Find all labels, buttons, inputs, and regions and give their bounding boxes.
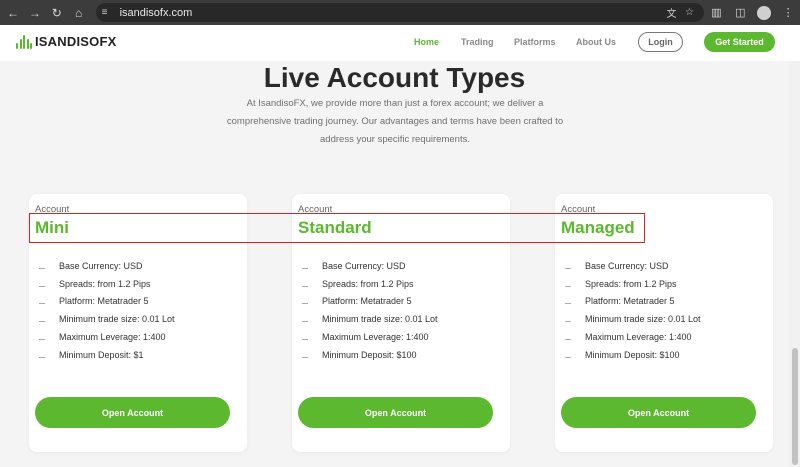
feature-item: Maximum Leverage: 1:400 (39, 328, 175, 346)
feature-text: Minimum trade size: 0.01 Lot (585, 314, 701, 325)
feature-text: Minimum trade size: 0.01 Lot (322, 314, 438, 325)
feature-item: Minimum trade size: 0.01 Lot (39, 310, 175, 328)
star-icon[interactable]: ☆ (680, 7, 698, 18)
extensions-icon[interactable]: ▥ (704, 6, 728, 19)
feature-item: Minimum Deposit: $100 (302, 346, 438, 364)
home-icon[interactable]: ⌂ (68, 0, 90, 25)
more-menu-icon[interactable]: ⋮ (776, 6, 800, 19)
feature-text: Maximum Leverage: 1:400 (585, 332, 692, 343)
dash-icon (302, 321, 308, 323)
nav-home[interactable]: Home (414, 37, 461, 47)
nav-about-us[interactable]: About Us (576, 37, 636, 47)
annotation-highlight-box (29, 213, 645, 243)
open-account-button[interactable]: Open Account (298, 397, 493, 428)
site-info-icon[interactable]: ≡ (102, 7, 116, 18)
feature-text: Minimum Deposit: $100 (322, 349, 417, 360)
intro-line: comprehensive trading journey. Our advan… (226, 116, 564, 127)
scrollbar-thumb[interactable] (792, 348, 798, 465)
feature-text: Platform: Metatrader 5 (585, 296, 675, 307)
nav-platforms[interactable]: Platforms (514, 37, 576, 47)
feature-item: Spreads: from 1.2 Pips (565, 275, 701, 293)
feature-item: Minimum trade size: 0.01 Lot (565, 310, 701, 328)
translate-icon[interactable]: 文 (662, 5, 680, 20)
address-bar[interactable]: ≡ isandisofx.com 文 ☆ (95, 3, 705, 22)
profile-avatar[interactable] (757, 5, 772, 20)
dash-icon (302, 285, 308, 287)
feature-text: Minimum Deposit: $100 (585, 349, 680, 360)
feature-list: Base Currency: USD Spreads: from 1.2 Pip… (565, 257, 701, 364)
dash-icon (39, 356, 45, 358)
feature-text: Minimum Deposit: $1 (59, 349, 144, 360)
dash-icon (565, 303, 571, 305)
arrow-right-icon[interactable]: → (24, 0, 46, 25)
reload-icon[interactable]: ↻ (46, 0, 68, 25)
feature-list: Base Currency: USD Spreads: from 1.2 Pip… (39, 257, 175, 364)
intro-line: At IsandisoFX, we provide more than just… (246, 98, 544, 109)
open-account-button[interactable]: Open Account (35, 397, 230, 428)
feature-item: Maximum Leverage: 1:400 (302, 328, 438, 346)
url-text[interactable]: isandisofx.com (120, 7, 663, 19)
dash-icon (39, 303, 45, 305)
feature-item: Minimum Deposit: $1 (39, 346, 175, 364)
feature-item: Minimum Deposit: $100 (565, 346, 701, 364)
dash-icon (39, 321, 45, 323)
feature-item: Spreads: from 1.2 Pips (302, 275, 438, 293)
feature-item: Minimum trade size: 0.01 Lot (302, 310, 438, 328)
site-header: ISANDISOFX Home Trading Platforms About … (0, 25, 800, 61)
feature-text: Platform: Metatrader 5 (59, 296, 149, 307)
dash-icon (565, 285, 571, 287)
logo-text: ISANDISOFX (35, 34, 117, 49)
feature-text: Spreads: from 1.2 Pips (585, 278, 677, 289)
nav-trading[interactable]: Trading (461, 37, 514, 47)
feature-text: Spreads: from 1.2 Pips (322, 278, 414, 289)
dash-icon (39, 285, 45, 287)
feature-item: Base Currency: USD (39, 257, 175, 275)
feature-item: Base Currency: USD (302, 257, 438, 275)
site-logo[interactable]: ISANDISOFX (16, 34, 116, 49)
intro-line: address your specific requirements. (320, 134, 470, 145)
dash-icon (302, 356, 308, 358)
logo-bars-icon (16, 34, 32, 49)
login-button[interactable]: Login (638, 32, 683, 52)
main-content: Live Account Types At IsandisoFX, we pro… (0, 61, 789, 467)
arrow-left-icon[interactable]: ← (2, 0, 24, 25)
dash-icon (302, 303, 308, 305)
feature-text: Platform: Metatrader 5 (322, 296, 412, 307)
dash-icon (302, 339, 308, 341)
feature-text: Minimum trade size: 0.01 Lot (59, 314, 175, 325)
dash-icon (39, 267, 45, 269)
feature-item: Spreads: from 1.2 Pips (39, 275, 175, 293)
dash-icon (565, 356, 571, 358)
dash-icon (565, 267, 571, 269)
feature-text: Maximum Leverage: 1:400 (59, 332, 166, 343)
feature-item: Platform: Metatrader 5 (302, 293, 438, 311)
side-panel-icon[interactable]: ◫ (728, 6, 752, 19)
feature-text: Base Currency: USD (59, 260, 143, 271)
feature-item: Platform: Metatrader 5 (39, 293, 175, 311)
feature-text: Base Currency: USD (322, 260, 406, 271)
get-started-button[interactable]: Get Started (704, 32, 775, 52)
feature-text: Base Currency: USD (585, 260, 669, 271)
feature-text: Maximum Leverage: 1:400 (322, 332, 429, 343)
feature-item: Base Currency: USD (565, 257, 701, 275)
open-account-button[interactable]: Open Account (561, 397, 756, 428)
browser-toolbar: ← → ↻ ⌂ ≡ isandisofx.com 文 ☆ ▥ ◫ ⋮ (0, 0, 800, 25)
feature-list: Base Currency: USD Spreads: from 1.2 Pip… (302, 257, 438, 364)
intro-text: At IsandisoFX, we provide more than just… (215, 95, 575, 149)
feature-text: Spreads: from 1.2 Pips (59, 278, 151, 289)
dash-icon (565, 321, 571, 323)
feature-item: Maximum Leverage: 1:400 (565, 328, 701, 346)
feature-item: Platform: Metatrader 5 (565, 293, 701, 311)
main-nav: Home Trading Platforms About Us (414, 37, 636, 47)
page-scrollbar[interactable] (789, 61, 800, 467)
dash-icon (39, 339, 45, 341)
dash-icon (565, 339, 571, 341)
page-title: Live Account Types (263, 62, 526, 93)
dash-icon (302, 267, 308, 269)
